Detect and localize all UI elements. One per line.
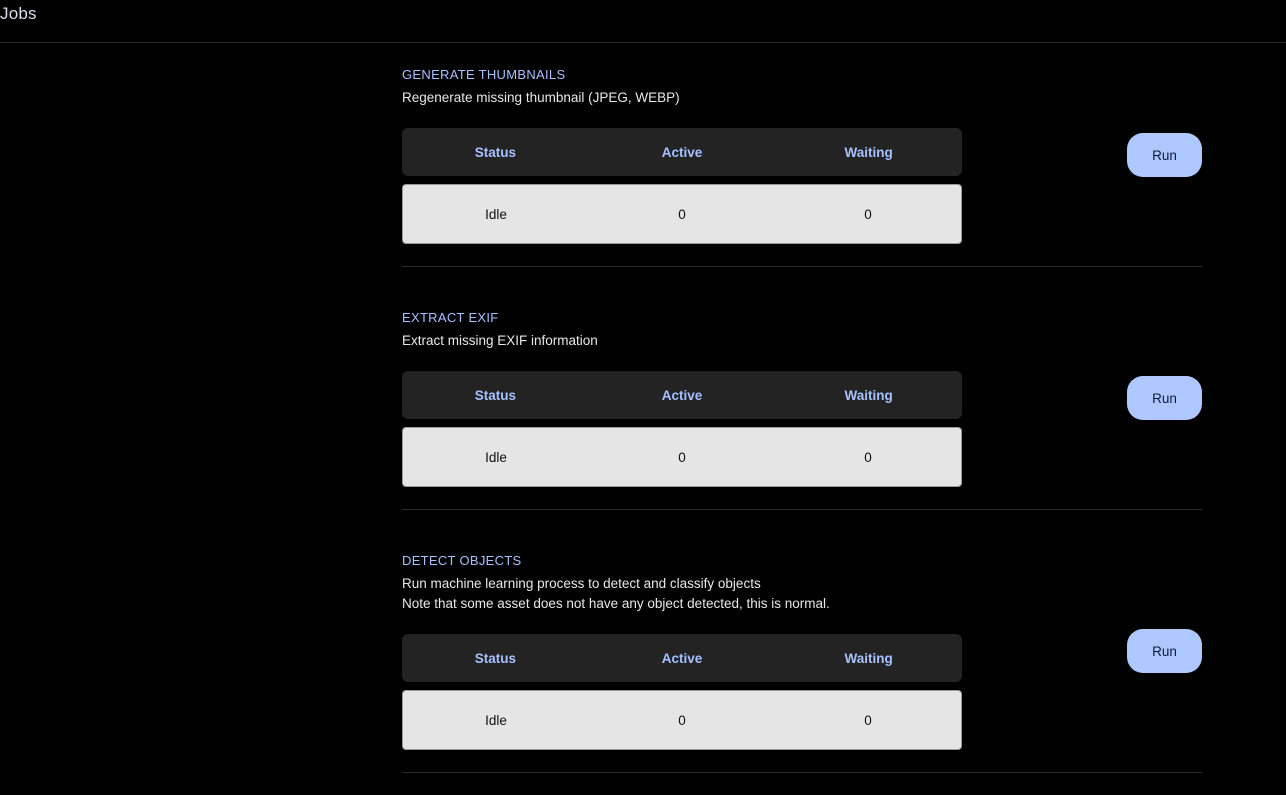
waiting-count: 0 [864,449,872,465]
active-count: 0 [678,712,686,728]
job-generate-thumbnails: GENERATE THUMBNAILS Regenerate missing t… [402,43,1202,267]
top-bar: Jobs [0,0,1286,43]
job-stats-table: Status Active Waiting Idle 0 0 [402,371,962,487]
table-header-row: Status Active Waiting [402,371,962,419]
header-status: Status [474,650,516,666]
waiting-count: 0 [864,206,872,222]
header-active: Active [661,387,703,403]
header-status: Status [474,144,516,160]
header-active: Active [661,144,703,160]
status-value: Idle [485,206,507,222]
job-description-line-1: Run machine learning process to detect a… [402,576,761,591]
table-header-row: Status Active Waiting [402,128,962,176]
header-active: Active [661,650,703,666]
job-description: Extract missing EXIF information [402,333,598,348]
run-button[interactable]: Run [1127,376,1202,420]
run-button[interactable]: Run [1127,133,1202,177]
table-row: Idle 0 0 [402,690,962,750]
header-status: Status [474,387,516,403]
table-header-row: Status Active Waiting [402,634,962,682]
job-description-line-2: Note that some asset does not have any o… [402,596,830,611]
header-waiting: Waiting [844,387,893,403]
job-stats-table: Status Active Waiting Idle 0 0 [402,634,962,750]
jobs-list: GENERATE THUMBNAILS Regenerate missing t… [402,43,1202,773]
job-extract-exif: EXTRACT EXIF Extract missing EXIF inform… [402,267,1202,510]
table-row: Idle 0 0 [402,184,962,244]
job-title: GENERATE THUMBNAILS [402,67,566,82]
waiting-count: 0 [864,712,872,728]
job-detect-objects: DETECT OBJECTS Run machine learning proc… [402,510,1202,773]
job-description: Regenerate missing thumbnail (JPEG, WEBP… [402,90,680,105]
status-value: Idle [485,712,507,728]
job-stats-table: Status Active Waiting Idle 0 0 [402,128,962,244]
header-waiting: Waiting [844,144,893,160]
status-value: Idle [485,449,507,465]
run-button[interactable]: Run [1127,629,1202,673]
job-title: DETECT OBJECTS [402,553,522,568]
header-waiting: Waiting [844,650,893,666]
active-count: 0 [678,449,686,465]
active-count: 0 [678,206,686,222]
page-title: Jobs [0,4,37,23]
job-title: EXTRACT EXIF [402,310,499,325]
table-row: Idle 0 0 [402,427,962,487]
